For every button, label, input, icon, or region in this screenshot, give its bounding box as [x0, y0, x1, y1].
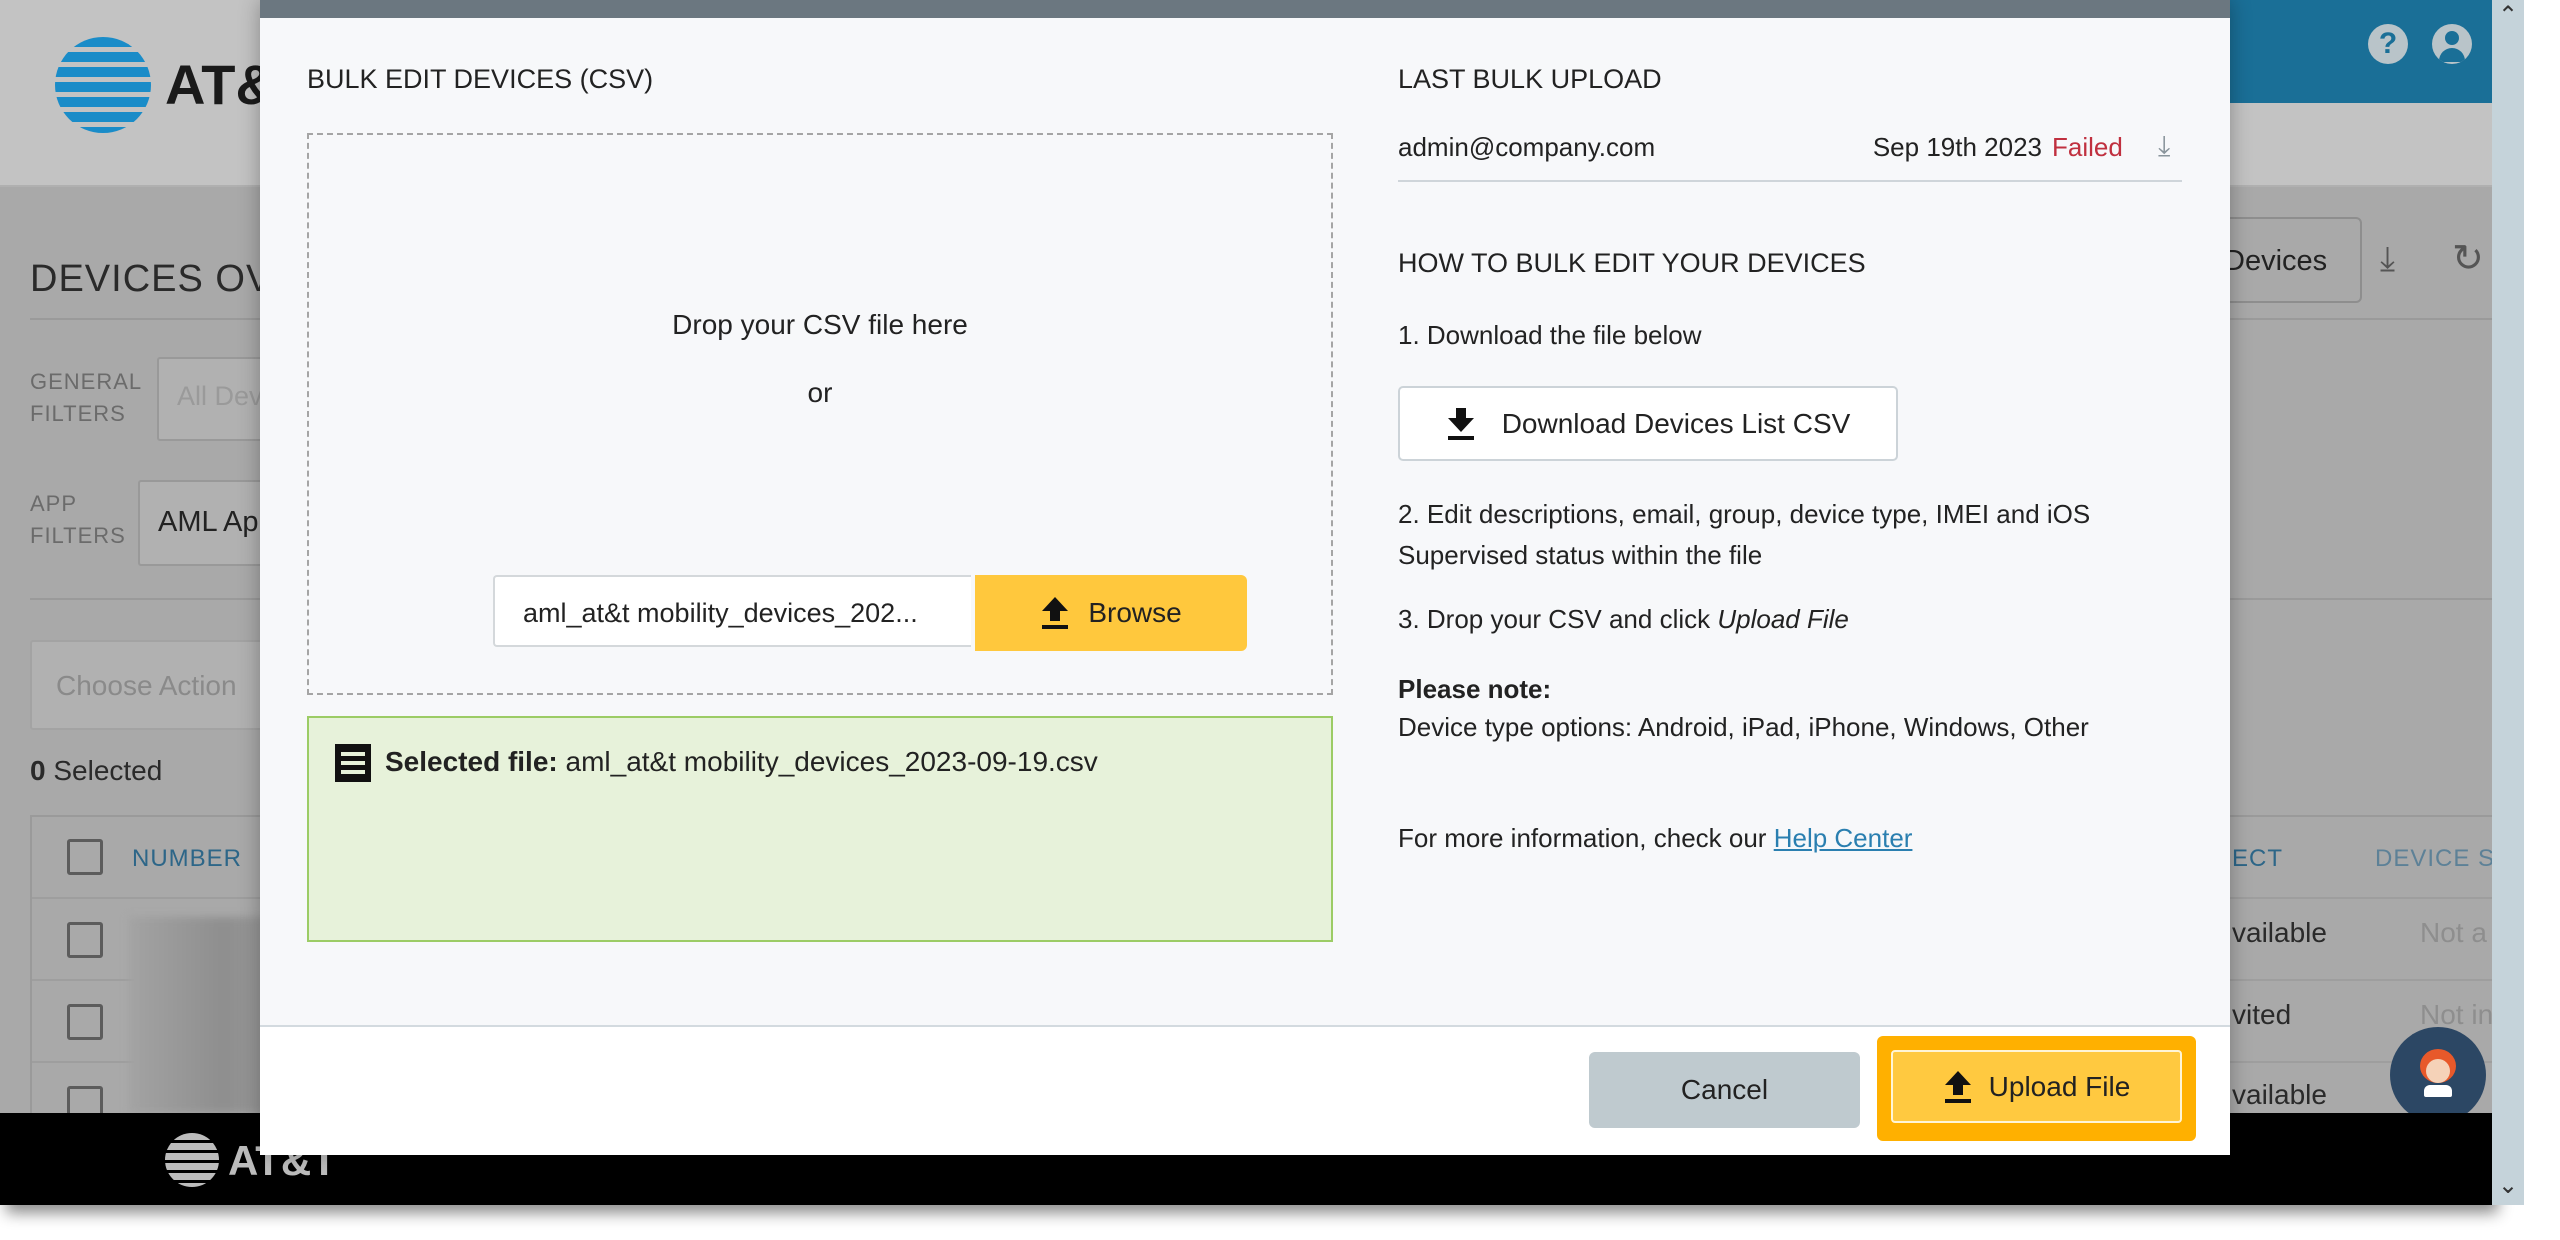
- choose-action-select[interactable]: Choose Action: [30, 640, 294, 730]
- last-upload-title: LAST BULK UPLOAD: [1398, 64, 1662, 94]
- refresh-icon[interactable]: ↻: [2452, 236, 2484, 281]
- bulk-edit-modal: BULK EDIT DEVICES (CSV) Drop your CSV fi…: [260, 0, 2230, 1155]
- row-checkbox[interactable]: [67, 922, 103, 958]
- note-title: Please note:: [1398, 674, 1552, 704]
- upload-icon: [1042, 597, 1069, 629]
- scroll-up-icon[interactable]: ⌃: [2492, 0, 2524, 32]
- upload-icon: [1944, 1070, 1971, 1103]
- howto-title: HOW TO BULK EDIT YOUR DEVICES: [1398, 248, 1866, 278]
- row-checkbox[interactable]: [67, 1004, 103, 1040]
- drop-text: Drop your CSV file here: [672, 309, 968, 340]
- cell-status: vited: [2232, 999, 2292, 1030]
- column-header-device-security[interactable]: DEVICE SE: [2375, 845, 2492, 873]
- selected-count: 0 Selected: [30, 755, 163, 786]
- cell-security: Not a: [2420, 917, 2487, 948]
- att-globe-logo: [165, 1133, 219, 1187]
- selected-file-text: Selected file: aml_at&t mobility_devices…: [385, 746, 1098, 777]
- note-text: Device type options: Android, iPad, iPho…: [1398, 712, 2089, 742]
- upload-file-button[interactable]: Upload File: [1891, 1050, 2182, 1123]
- step-3: 3. Drop your CSV and click Upload File: [1398, 604, 1849, 634]
- user-profile-icon[interactable]: [2432, 24, 2472, 64]
- cancel-button[interactable]: Cancel: [1589, 1052, 1860, 1128]
- header-toolbar: ?: [2230, 0, 2492, 103]
- help-icon[interactable]: ?: [2368, 24, 2408, 64]
- download-icon: [1447, 407, 1474, 440]
- download-log-icon[interactable]: ⤓: [2158, 130, 2170, 163]
- download-icon[interactable]: ⤓: [2380, 240, 2395, 279]
- file-name-input[interactable]: aml_at&t mobility_devices_202...: [493, 575, 971, 647]
- cell-status: vailable: [2232, 1079, 2327, 1110]
- column-header-number[interactable]: NUMBER: [132, 845, 242, 873]
- general-filters-label: GENERAL FILTERS: [30, 369, 143, 426]
- or-text: or: [807, 377, 833, 408]
- modal-top-bar: [260, 0, 2230, 18]
- chat-assistant-button[interactable]: [2390, 1027, 2486, 1123]
- browse-button[interactable]: Browse: [975, 575, 1247, 651]
- scroll-down-icon[interactable]: ⌄: [2492, 1170, 2524, 1202]
- upload-user: admin@company.com: [1398, 132, 1656, 162]
- upload-date: Sep 19th 2023: [1872, 132, 2042, 162]
- more-info-text: For more information, check our Help Cen…: [1398, 823, 1913, 853]
- cell-security: Not in: [2420, 999, 2492, 1030]
- select-all-checkbox[interactable]: [67, 839, 103, 875]
- upload-status: Failed: [2052, 132, 2123, 162]
- cell-status: vailable: [2232, 917, 2327, 948]
- help-center-link[interactable]: Help Center: [1774, 823, 1913, 853]
- step-1: 1. Download the file below: [1398, 320, 1702, 350]
- file-list-icon: [335, 744, 371, 782]
- download-devices-csv-button[interactable]: Download Devices List CSV: [1398, 386, 1898, 461]
- app-filters-label: APP FILTERS: [30, 491, 126, 548]
- step-2: 2. Edit descriptions, email, group, devi…: [1398, 499, 2091, 570]
- column-header-connect[interactable]: ECT: [2232, 845, 2283, 873]
- upload-focus-ring: Upload File: [1877, 1036, 2196, 1141]
- selected-file-panel: Selected file: aml_at&t mobility_devices…: [307, 716, 1333, 942]
- att-globe-logo: [55, 37, 151, 133]
- vertical-scrollbar[interactable]: ⌃ ⌄: [2492, 0, 2524, 1205]
- bulk-edit-title: BULK EDIT DEVICES (CSV): [307, 64, 654, 94]
- browse-label: Browse: [1088, 597, 1182, 628]
- csv-dropzone[interactable]: Drop your CSV file here or aml_at&t mobi…: [307, 133, 1333, 695]
- last-upload-row: admin@company.com Sep 19th 2023 Failed ⤓: [1398, 130, 2182, 182]
